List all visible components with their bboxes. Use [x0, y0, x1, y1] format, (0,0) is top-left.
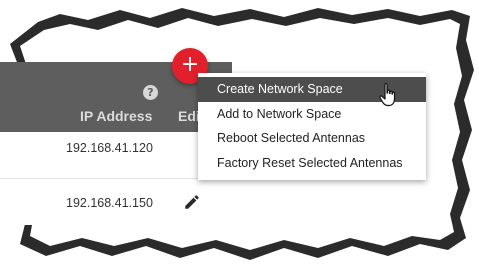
menu-item-reboot-selected-antennas[interactable]: Reboot Selected Antennas — [198, 126, 426, 151]
menu-item-factory-reset-selected-antennas[interactable]: Factory Reset Selected Antennas — [198, 151, 426, 176]
app-content: ? IP Address Edit 192.168.41.120 192.168… — [0, 0, 479, 269]
ip-address-cell: 192.168.41.120 — [66, 141, 153, 155]
column-header-ip-address[interactable]: IP Address — [80, 108, 152, 124]
pencil-icon[interactable] — [183, 193, 201, 211]
question-circle-icon[interactable]: ? — [143, 85, 158, 100]
table-row[interactable]: 192.168.41.150 — [0, 179, 232, 225]
hand-pointer-icon — [379, 83, 396, 107]
ip-address-cell: 192.168.41.150 — [66, 196, 153, 210]
screenshot-stage: ? IP Address Edit 192.168.41.120 192.168… — [0, 0, 479, 269]
